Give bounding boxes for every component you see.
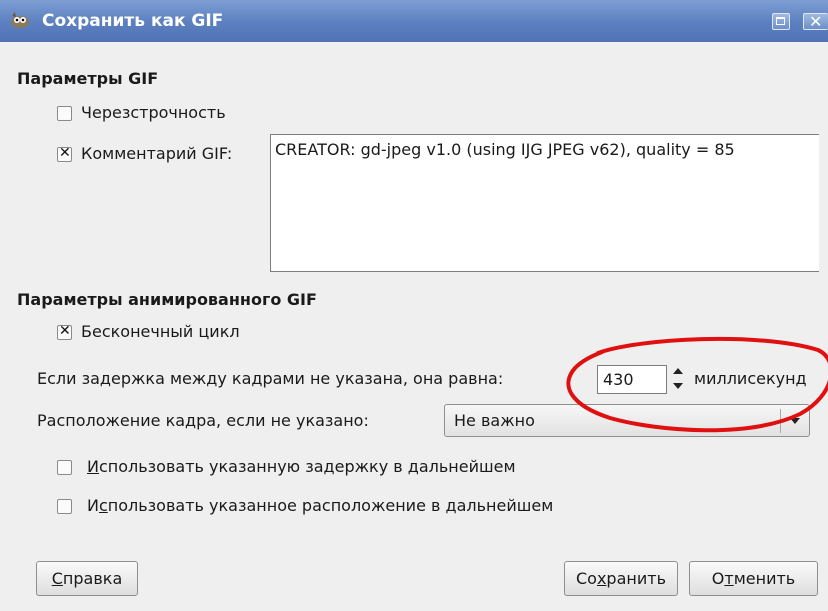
save-label: ранить (606, 569, 666, 588)
save-label-pre: Со (575, 569, 597, 588)
cancel-button[interactable]: Отменить (689, 561, 818, 596)
frame-delay-unit: миллисекунд (694, 369, 807, 388)
window-title: Сохранить как GIF (42, 11, 224, 31)
gif-comment-text: CREATOR: gd-jpeg v1.0 (using IJG JPEG v6… (275, 140, 735, 159)
use-disposal-label-text: пользовать указанное расположение в даль… (107, 496, 554, 515)
use-disposal-checkbox[interactable] (57, 499, 72, 514)
use-disposal-label[interactable]: Использовать указанное расположение в да… (87, 496, 553, 515)
help-mnemonic: С (51, 569, 63, 588)
gif-comment-label[interactable]: Комментарий GIF: (81, 144, 232, 163)
frame-delay-value: 430 (603, 370, 634, 389)
close-icon[interactable]: ✕ (803, 12, 828, 31)
help-label: правка (62, 569, 123, 588)
infinite-loop-checkbox[interactable] (57, 323, 72, 340)
cancel-mnemonic: т (724, 569, 734, 588)
use-delay-checkbox[interactable] (57, 460, 72, 475)
decrement-arrow-icon[interactable] (673, 383, 683, 389)
infinite-loop-label[interactable]: Бесконечный цикл (81, 322, 240, 341)
frame-disposal-value: Не важно (454, 411, 535, 430)
cancel-label-pre: О (711, 569, 725, 588)
use-delay-label-text: спользовать указанную задержку в дальней… (98, 457, 516, 476)
increment-arrow-icon[interactable] (673, 368, 683, 374)
close-glyph: ✕ (809, 12, 823, 31)
chevron-down-icon[interactable] (790, 418, 800, 424)
gimp-wilber-icon (11, 12, 29, 28)
anim-params-heading: Параметры анимированного GIF (17, 290, 317, 309)
frame-delay-input[interactable]: 430 (597, 365, 667, 394)
title-bar[interactable]: Сохранить как GIF ✕ (0, 0, 828, 42)
save-mnemonic: х (596, 569, 607, 588)
interlace-checkbox[interactable] (57, 106, 72, 121)
save-button[interactable]: Сохранить (564, 561, 678, 596)
maximize-icon[interactable] (772, 13, 790, 30)
gif-comment-checkbox[interactable] (57, 145, 72, 162)
frame-disposal-label: Расположение кадра, если не указано: (37, 411, 369, 430)
gif-comment-textarea[interactable]: CREATOR: gd-jpeg v1.0 (using IJG JPEG v6… (270, 134, 819, 272)
frame-disposal-select[interactable]: Не важно (444, 404, 810, 437)
use-disposal-mnemonic: с (98, 496, 108, 515)
frame-delay-stepper[interactable] (671, 364, 685, 394)
gif-params-heading: Параметры GIF (17, 69, 159, 88)
use-disposal-label-pre: И (87, 496, 99, 515)
frame-delay-label: Если задержка между кадрами не указана, … (37, 369, 504, 388)
use-delay-mnemonic: И (87, 457, 99, 476)
interlace-label[interactable]: Черезстрочность (81, 103, 226, 122)
cancel-label: менить (733, 569, 796, 588)
use-delay-label[interactable]: Использовать указанную задержку в дальне… (87, 457, 516, 476)
combo-separator (780, 409, 781, 433)
save-as-gif-dialog: Сохранить как GIF ✕ Параметры GIF Черезс… (0, 0, 828, 611)
help-button[interactable]: Справка (36, 561, 138, 596)
